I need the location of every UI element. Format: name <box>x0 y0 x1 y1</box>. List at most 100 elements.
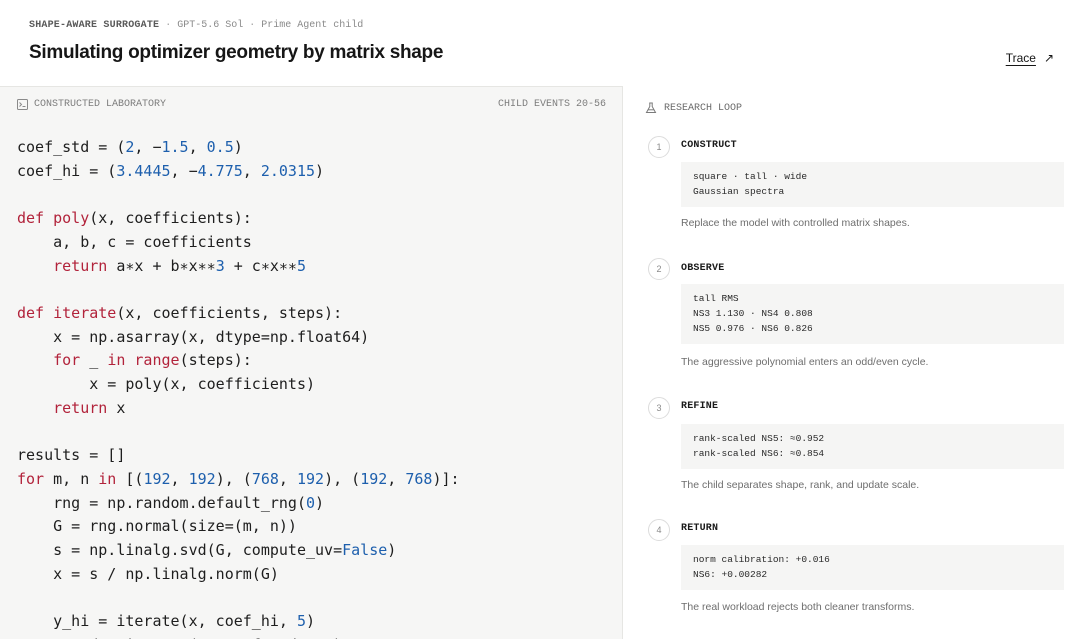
code-text: , <box>278 469 297 488</box>
code-line: results = [] <box>17 446 125 464</box>
code-text: , <box>242 161 261 180</box>
code-pane-label: CONSTRUCTED LABORATORY <box>34 99 167 110</box>
flask-icon <box>645 102 657 113</box>
code-text: (x, coefficients, steps): <box>116 303 343 322</box>
code-literal: 5 <box>296 612 306 631</box>
code-literal: 3 <box>215 256 225 275</box>
step-description: The real workload rejects both cleaner t… <box>681 601 915 613</box>
code-text: , <box>170 469 189 488</box>
code-keyword: in <box>107 351 126 370</box>
research-loop-panel: RESEARCH LOOP 1 CONSTRUCT square · tall … <box>623 86 1080 638</box>
code-keyword: return <box>53 398 108 417</box>
code-text: )]: <box>432 469 460 488</box>
code-literal: 5 <box>296 256 306 275</box>
step-output-line: rank-scaled NS6: ≈0.854 <box>693 448 825 459</box>
step-number: 3 <box>648 397 670 419</box>
code-pane: CONSTRUCTED LABORATORY CHILD EVENTS 20-5… <box>0 86 623 639</box>
research-loop-header: RESEARCH LOOP <box>645 102 742 114</box>
code-line: G = rng.normal(size=(m, n)) <box>17 517 297 535</box>
step-title-construct: CONSTRUCT <box>681 140 737 151</box>
code-line: y_hi = iterate(x, coef_hi, 5) <box>17 612 315 630</box>
step-title-observe: OBSERVE <box>681 263 725 274</box>
code-text: s = np.linalg.svd(G, compute_uv= <box>17 540 343 559</box>
code-keyword: def <box>17 209 54 228</box>
step-description: Replace the model with controlled matrix… <box>681 217 910 229</box>
code-text: [( <box>116 469 144 488</box>
code-line: x = s / np.linalg.norm(G) <box>17 565 279 583</box>
step-output-line: square · tall · wide <box>693 171 808 182</box>
eyebrow: SHAPE-AWARE SURROGATE · GPT-5.6 Sol · Prime … <box>29 20 363 31</box>
code-keyword: return <box>53 256 108 275</box>
step-output-line: tall RMS <box>693 293 739 304</box>
arrow-up-right-icon: ↗ <box>1043 51 1054 65</box>
step-title-return: RETURN <box>681 523 719 534</box>
eyebrow-surrogate: SHAPE-AWARE SURROGATE <box>29 20 160 31</box>
step-output-line: rank-scaled NS5: ≈0.952 <box>693 433 825 444</box>
code-line: return x <box>17 399 125 417</box>
step-output-line: Gaussian spectra <box>693 186 785 197</box>
code-text: results = [] <box>17 446 126 465</box>
code-literal: 192 <box>360 469 388 488</box>
code-literal: 3.4445 <box>116 161 171 180</box>
code-text: x = poly(x, coefficients) <box>17 375 316 394</box>
step-number: 4 <box>648 519 670 541</box>
code-text: ) <box>315 161 325 180</box>
step-output-observe: tall RMS NS3 1.130 · NS4 0.808 NS5 0.976… <box>681 284 1064 344</box>
code-literal: 0.5 <box>206 138 234 156</box>
code-line: a, b, c = coefficients <box>17 233 252 251</box>
code-literal: 192 <box>143 469 171 488</box>
page-title: Simulating optimizer geometry by matrix … <box>29 42 444 63</box>
code-text: + c∗x∗∗ <box>224 256 297 275</box>
code-literal: 0 <box>305 493 316 512</box>
code-pane-title: CONSTRUCTED LABORATORY <box>17 99 166 110</box>
code-text: x = s / np.linalg.norm(G) <box>17 564 279 583</box>
code-line: for m, n in [(192, 192), (768, 192), (19… <box>17 470 460 488</box>
terminal-icon <box>17 99 28 110</box>
code-text: ) <box>387 540 397 559</box>
code-keyword: in <box>98 469 117 488</box>
code-text: m, n <box>44 469 99 488</box>
code-text: G = rng.normal(size=(m, n)) <box>17 517 297 536</box>
eyebrow-role: Prime Agent child <box>261 20 364 31</box>
code-pane-header: CONSTRUCTED LABORATORY CHILD EVENTS 20-5… <box>17 99 606 115</box>
code-text: , <box>387 469 406 488</box>
step-description: The aggressive polynomial enters an odd/… <box>681 356 929 368</box>
eyebrow-separator: · <box>165 20 172 31</box>
trace-link-label: Trace <box>1005 51 1036 65</box>
code-literal: 2.0315 <box>260 161 316 180</box>
code-text: y_hi = iterate(x, coef_hi, <box>17 612 297 631</box>
code-line: def poly(x, coefficients): <box>17 209 252 227</box>
code-line: coef_hi = (3.4445, −4.775, 2.0315) <box>17 162 324 180</box>
code-line: x = poly(x, coefficients) <box>17 375 315 393</box>
code-keyword: iterate <box>53 303 117 322</box>
code-line: return a∗x + b∗x∗∗3 + c∗x∗∗5 <box>17 257 306 275</box>
eyebrow-separator: · <box>249 20 256 31</box>
code-line: x = np.asarray(x, dtype=np.float64) <box>17 328 369 346</box>
code-literal: 1.5 <box>161 138 189 156</box>
eyebrow-model: GPT-5.6 Sol <box>177 20 244 31</box>
trace-link[interactable]: Trace ↗ <box>1006 51 1054 65</box>
code-literal: 768 <box>405 469 433 488</box>
code-block: coef_std = (2, −1.5, 0.5) coef_hi = (3.4… <box>17 136 460 639</box>
code-literal: 192 <box>188 469 216 488</box>
code-text: , <box>188 138 207 156</box>
code-literal: False <box>342 540 388 559</box>
step-output-construct: square · tall · wide Gaussian spectra <box>681 162 1064 207</box>
step-number: 1 <box>648 136 670 158</box>
step-output-line: NS3 1.130 · NS4 0.808 <box>693 308 813 319</box>
code-line: rng = np.random.default_rng(0) <box>17 494 324 512</box>
code-keyword: def <box>17 303 54 322</box>
code-text: coef_std = ( <box>17 138 126 156</box>
code-text: x = np.asarray(x, dtype=np.float64) <box>17 327 370 346</box>
code-keyword: for <box>53 351 81 370</box>
code-keyword: poly <box>53 209 90 228</box>
code-keyword: range <box>134 351 180 370</box>
code-line: coef_std = (2, −1.5, 0.5) <box>17 138 243 156</box>
code-text: coef_hi = ( <box>17 161 117 180</box>
code-literal: 768 <box>251 469 279 488</box>
code-literal: 4.775 <box>197 161 243 180</box>
step-output-line: NS5 0.976 · NS6 0.826 <box>693 323 813 334</box>
